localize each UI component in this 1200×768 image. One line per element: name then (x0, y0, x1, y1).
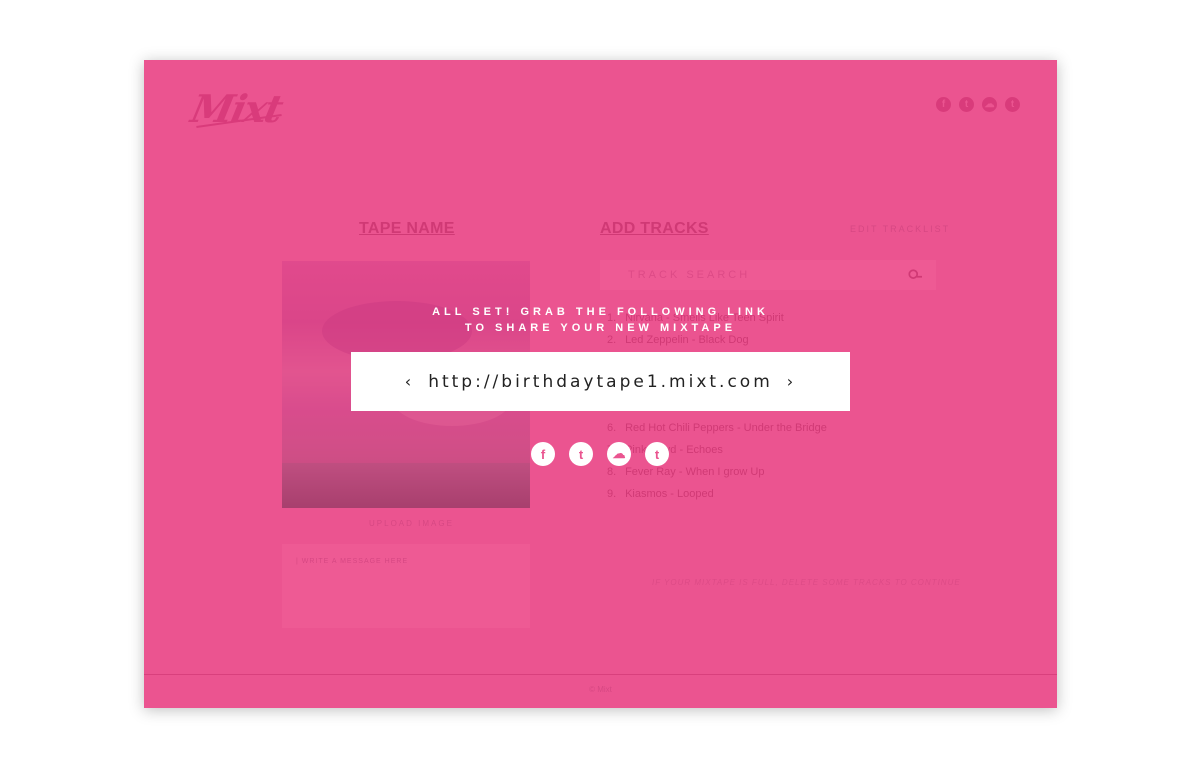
share-heading-line1: ALL SET! GRAB THE FOLLOWING LINK (432, 306, 769, 318)
share-link-box[interactable]: ‹ http://birthdaytape1.mixt.com › (351, 352, 850, 411)
share-social-links: f t ☁ t (531, 442, 669, 466)
share-url[interactable]: http://birthdaytape1.mixt.com (428, 372, 773, 392)
twitter-share-icon[interactable]: t (569, 442, 593, 466)
facebook-share-icon[interactable]: f (531, 442, 555, 466)
tumblr-share-icon[interactable]: t (645, 442, 669, 466)
next-arrow-icon[interactable]: › (787, 372, 796, 391)
share-heading-line2: TO SHARE YOUR NEW MIXTAPE (464, 322, 737, 334)
app-frame: Mixt f t ☁ t TAPE NAME ADD TRACKS EDIT T… (144, 60, 1057, 708)
soundcloud-share-icon[interactable]: ☁ (607, 442, 631, 466)
prev-arrow-icon[interactable]: ‹ (405, 372, 414, 391)
share-heading: ALL SET! GRAB THE FOLLOWING LINK TO SHAR… (144, 304, 1057, 336)
